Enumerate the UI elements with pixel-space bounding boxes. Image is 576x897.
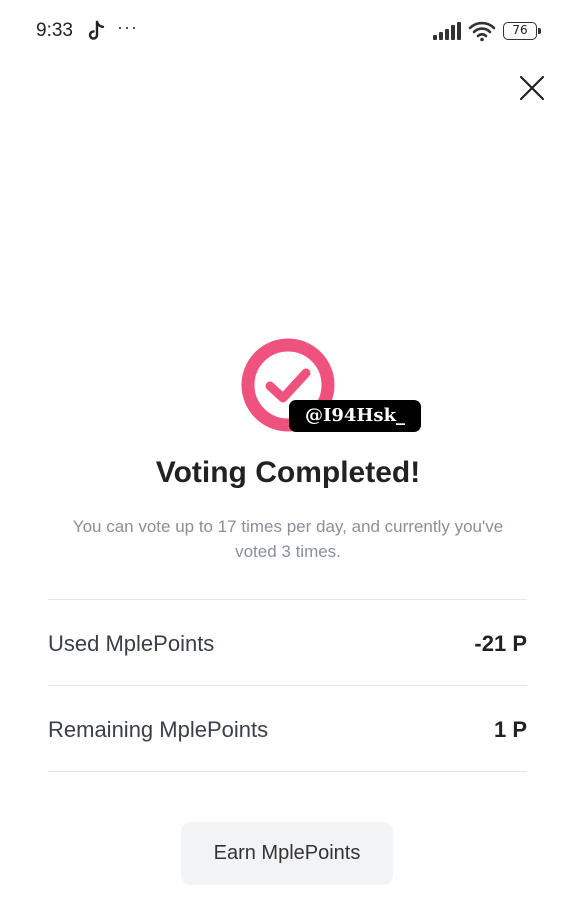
signal-icon — [433, 22, 461, 40]
more-notifications-icon: ··· — [117, 17, 138, 37]
battery-icon: 76 — [503, 22, 541, 40]
used-points-label: Used MplePoints — [48, 631, 215, 656]
status-bar: 9:33 ··· 76 — [0, 0, 576, 62]
watermark-label: @I94Hsk_ — [289, 400, 421, 432]
remaining-points-row: Remaining MplePoints 1 P — [48, 700, 527, 760]
remaining-points-value: 1 P — [493, 717, 527, 742]
dialog-title: Voting Completed! — [155, 456, 421, 489]
wifi-icon — [468, 21, 496, 42]
earn-mplepoints-button[interactable]: Earn MplePoints — [181, 822, 393, 885]
battery-level: 76 — [503, 22, 537, 40]
divider — [48, 771, 527, 772]
divider — [48, 685, 527, 686]
tiktok-icon — [88, 20, 105, 40]
remaining-points-label: Remaining MplePoints — [48, 717, 269, 742]
divider — [48, 599, 527, 600]
used-points-value: -21 P — [474, 631, 527, 656]
close-icon[interactable] — [514, 70, 550, 106]
used-points-row: Used MplePoints -21 P — [48, 614, 527, 674]
status-time: 9:33 — [36, 20, 73, 41]
dialog-subtitle: You can vote up to 17 times per day, and… — [72, 517, 504, 561]
battery-tip — [538, 28, 541, 34]
